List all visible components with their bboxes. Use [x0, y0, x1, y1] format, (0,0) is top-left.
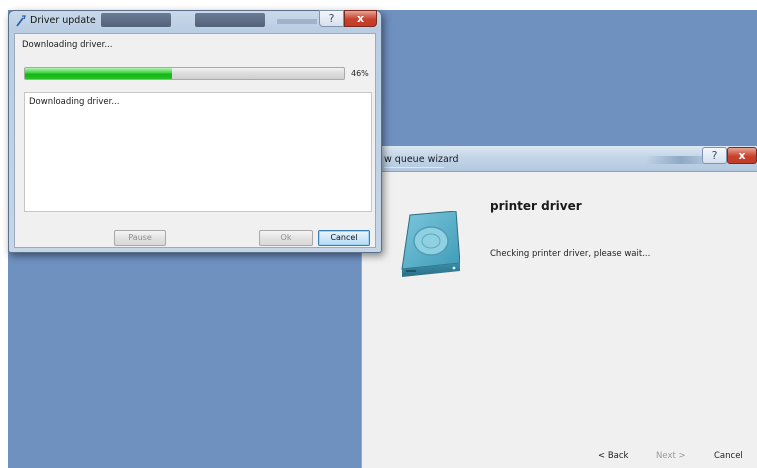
title-blur-block [277, 19, 317, 24]
dialog-body: Downloading driver... 46% Downloading dr… [14, 33, 376, 248]
progress-fill [25, 68, 172, 79]
title-blur-block [195, 13, 265, 27]
dialog-titlebar[interactable]: Driver update ? x [9, 10, 381, 33]
next-button[interactable]: Next > [656, 451, 686, 461]
ok-button[interactable]: Ok [259, 230, 313, 246]
log-textbox[interactable]: Downloading driver... [24, 92, 372, 212]
log-text: Downloading driver... [29, 97, 120, 107]
queue-wizard-window: w queue wizard ? x printer driver Checki… [361, 146, 757, 468]
pause-button[interactable]: Pause [114, 230, 166, 246]
progress-percent: 46% [351, 69, 369, 78]
download-status-label: Downloading driver... [22, 40, 113, 50]
download-progress-bar [24, 67, 345, 80]
hard-disk-icon [401, 211, 460, 277]
dialog-title: Driver update [30, 15, 96, 26]
back-button[interactable]: < Back [598, 451, 628, 461]
wand-icon [16, 15, 26, 27]
driver-update-dialog: Driver update ? x Downloading driver... … [8, 10, 382, 253]
cancel-button[interactable]: Cancel [318, 230, 370, 246]
wizard-help-button[interactable]: ? [702, 147, 727, 164]
wizard-status-text: Checking printer driver, please wait... [490, 249, 651, 259]
dialog-help-button[interactable]: ? [319, 10, 344, 27]
wizard-heading: printer driver [490, 199, 582, 213]
wizard-title: w queue wizard [384, 154, 459, 168]
wizard-titlebar[interactable]: w queue wizard ? x [362, 146, 757, 172]
title-blur-block [101, 13, 171, 27]
dialog-close-button[interactable]: x [344, 10, 377, 27]
wizard-close-button[interactable]: x [727, 147, 757, 164]
wizard-cancel-button[interactable]: Cancel [714, 451, 743, 461]
